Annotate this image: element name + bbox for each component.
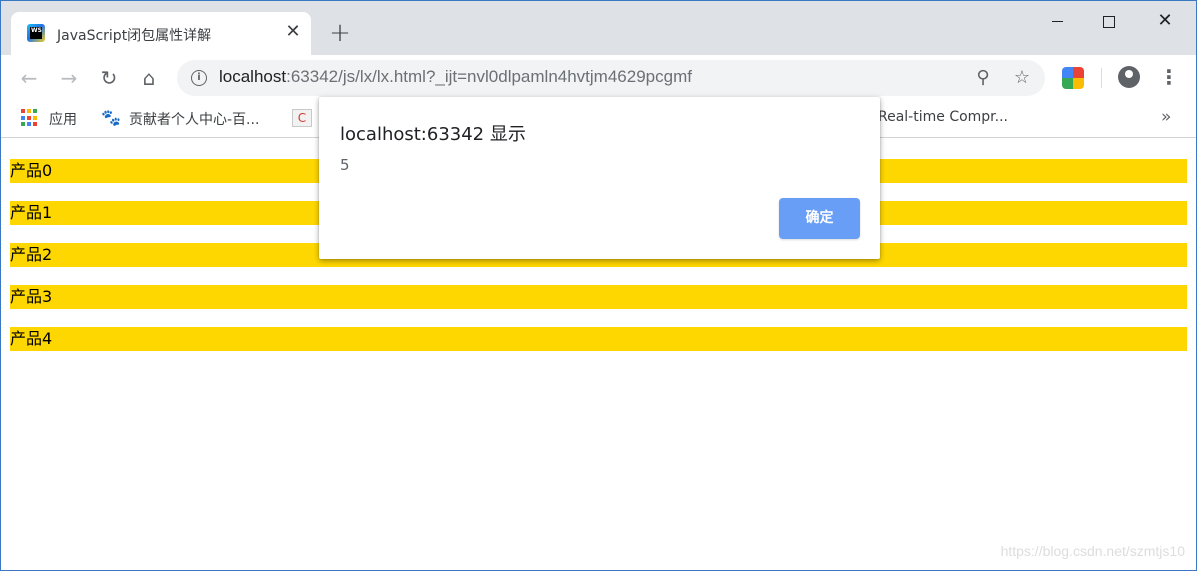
apps-grid-icon[interactable] xyxy=(21,109,39,127)
minimize-button[interactable] xyxy=(1035,7,1079,35)
apps-grid-dot xyxy=(21,109,25,113)
close-window-button[interactable]: ✕ xyxy=(1143,7,1187,35)
baidu-paw-icon[interactable]: 🐾 xyxy=(101,109,121,127)
tab-title: JavaScript闭包属性详解 xyxy=(57,28,212,44)
bookmark-baidu[interactable]: 贡献者个人中心-百... xyxy=(129,109,259,129)
zoom-icon[interactable]: ⚲ xyxy=(972,67,994,89)
url-path: :63342/js/lx/lx.html?_ijt=nvl0dlpamln4hv… xyxy=(286,67,692,86)
watermark: https://blog.csdn.net/szmtjs10 xyxy=(1000,543,1185,559)
apps-grid-dot xyxy=(33,122,37,127)
url-text[interactable]: localhost:63342/js/lx/lx.html?_ijt=nvl0d… xyxy=(219,67,692,87)
bookmark-apps[interactable]: 应用 xyxy=(49,109,77,129)
browser-window: WS JavaScript闭包属性详解 ✕ + ✕ ← → ↻ ⌂ i loca… xyxy=(0,0,1197,571)
apps-grid-dot xyxy=(21,122,25,127)
reload-button[interactable]: ↻ xyxy=(95,64,123,92)
maximize-button[interactable] xyxy=(1087,7,1131,35)
dialog-title: localhost:63342 显示 xyxy=(340,124,526,145)
address-bar[interactable]: i localhost:63342/js/lx/lx.html?_ijt=nvl… xyxy=(177,60,1045,96)
webstorm-icon: WS xyxy=(27,24,45,42)
home-button[interactable]: ⌂ xyxy=(135,64,163,92)
product-item[interactable]: 产品3 xyxy=(10,285,1187,309)
apps-grid-dot xyxy=(27,122,31,127)
ok-button[interactable]: 确定 xyxy=(779,198,860,239)
dialog-message: 5 xyxy=(340,156,350,174)
csdn-icon[interactable]: C xyxy=(292,109,312,127)
profile-icon[interactable] xyxy=(1118,66,1140,88)
product-item[interactable]: 产品4 xyxy=(10,327,1187,351)
info-icon[interactable]: i xyxy=(191,70,207,86)
minimize-icon xyxy=(1051,21,1063,22)
url-host: localhost xyxy=(219,67,287,86)
apps-grid-dot xyxy=(33,115,37,120)
favicon-text: WS xyxy=(30,27,42,39)
apps-grid-dot xyxy=(27,109,31,113)
forward-button[interactable]: → xyxy=(55,64,83,92)
alert-dialog: localhost:63342 显示 5 确定 xyxy=(319,97,880,259)
bookmark-star-icon[interactable]: ☆ xyxy=(1011,67,1033,89)
close-tab-icon[interactable]: ✕ xyxy=(283,22,303,42)
bookmarks-overflow-icon[interactable]: » xyxy=(1161,107,1171,127)
new-tab-button[interactable]: + xyxy=(327,20,353,46)
extension-icon[interactable] xyxy=(1062,67,1084,89)
more-menu-icon[interactable]: ⋮ xyxy=(1159,63,1179,91)
toolbar: ← → ↻ ⌂ i localhost:63342/js/lx/lx.html?… xyxy=(1,55,1196,101)
bookmark-realtime[interactable]: Real-time Compr... xyxy=(878,109,1008,125)
toolbar-divider xyxy=(1101,68,1102,88)
tab-active[interactable]: WS JavaScript闭包属性详解 ✕ xyxy=(11,12,311,55)
apps-grid-dot xyxy=(21,115,25,120)
maximize-icon xyxy=(1103,15,1115,28)
back-button[interactable]: ← xyxy=(15,64,43,92)
apps-grid-dot xyxy=(27,115,31,120)
tab-strip: WS JavaScript闭包属性详解 ✕ + ✕ xyxy=(1,1,1196,55)
apps-grid-dot xyxy=(33,109,37,113)
